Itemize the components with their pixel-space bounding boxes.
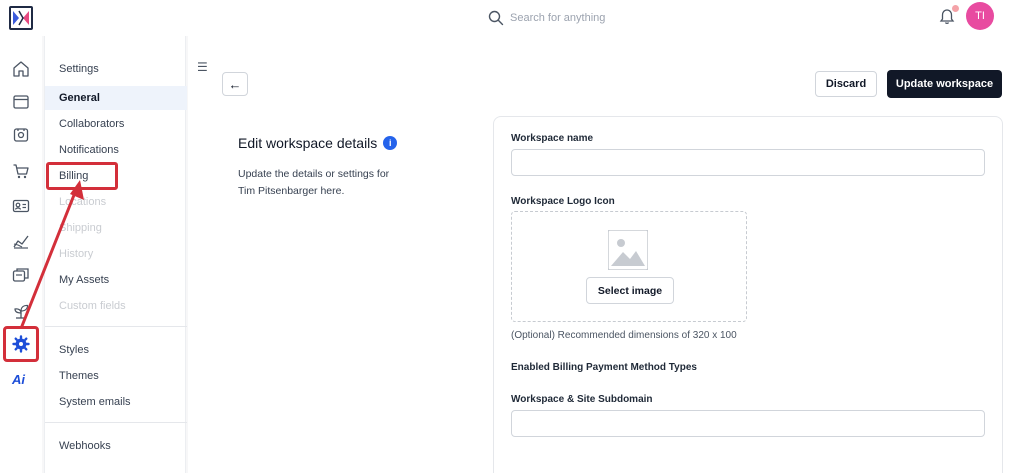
- cart-icon[interactable]: [12, 162, 30, 180]
- settings-item-custom-fields: Custom fields: [59, 300, 126, 312]
- update-workspace-button[interactable]: Update workspace: [887, 70, 1002, 98]
- contact-card-icon[interactable]: [12, 197, 30, 215]
- billing-methods-label: Enabled Billing Payment Method Types: [511, 362, 697, 373]
- divider: [45, 422, 187, 423]
- settings-item-notifications[interactable]: Notifications: [45, 138, 187, 162]
- user-avatar[interactable]: TI: [966, 2, 994, 30]
- settings-item-system-emails[interactable]: System emails: [45, 390, 187, 414]
- box-icon[interactable]: [12, 126, 30, 144]
- top-bar: TI: [0, 0, 1024, 36]
- settings-item-locations: Locations: [59, 196, 107, 208]
- search-bar[interactable]: [488, 9, 670, 27]
- info-icon[interactable]: i: [383, 136, 398, 150]
- menu-icon[interactable]: ☰: [197, 60, 208, 74]
- logo-hint: (Optional) Recommended dimensions of 320…: [511, 330, 737, 341]
- settings-item-shipping: Shipping: [59, 222, 102, 234]
- window-icon[interactable]: [12, 93, 30, 111]
- section-title: Edit workspace details i: [238, 135, 398, 151]
- settings-highlight-box: [3, 326, 39, 362]
- search-input[interactable]: [510, 12, 670, 24]
- workspace-name-label: Workspace name: [511, 133, 594, 144]
- settings-item-my-assets[interactable]: My Assets: [45, 268, 187, 292]
- notification-dot: [951, 4, 960, 13]
- settings-item-history: History: [59, 248, 94, 260]
- settings-item-webhooks[interactable]: Webhooks: [45, 434, 187, 458]
- discard-button[interactable]: Discard: [815, 71, 877, 97]
- section-title-text: Edit workspace details: [238, 135, 378, 151]
- workspace-name-input[interactable]: [511, 149, 985, 176]
- ai-label[interactable]: Ai: [12, 372, 25, 387]
- billing-highlight-box: [46, 162, 118, 190]
- app-logo[interactable]: [9, 6, 33, 30]
- analytics-icon[interactable]: [12, 232, 30, 250]
- logo-icon: [11, 8, 31, 28]
- logo-label: Workspace Logo Icon: [511, 196, 615, 207]
- plant-icon[interactable]: [12, 302, 30, 320]
- image-placeholder-icon: [608, 230, 648, 270]
- back-button[interactable]: ←: [222, 72, 248, 96]
- settings-item-general[interactable]: General: [45, 86, 187, 110]
- subdomain-input[interactable]: [511, 410, 985, 437]
- home-icon[interactable]: [12, 60, 30, 78]
- settings-item-collaborators[interactable]: Collaborators: [45, 112, 187, 136]
- settings-item-themes[interactable]: Themes: [45, 364, 187, 388]
- settings-title: Settings: [59, 63, 99, 75]
- files-icon[interactable]: [12, 266, 30, 284]
- settings-item-styles[interactable]: Styles: [45, 338, 187, 362]
- settings-sidebar: Settings General Collaborators Notificat…: [44, 36, 187, 473]
- search-icon: [488, 10, 504, 26]
- section-description: Update the details or settings for Tim P…: [238, 168, 390, 197]
- select-image-button[interactable]: Select image: [586, 277, 674, 304]
- subdomain-label: Workspace & Site Subdomain: [511, 394, 653, 405]
- icon-rail: Ai: [0, 36, 42, 473]
- divider: [45, 326, 187, 327]
